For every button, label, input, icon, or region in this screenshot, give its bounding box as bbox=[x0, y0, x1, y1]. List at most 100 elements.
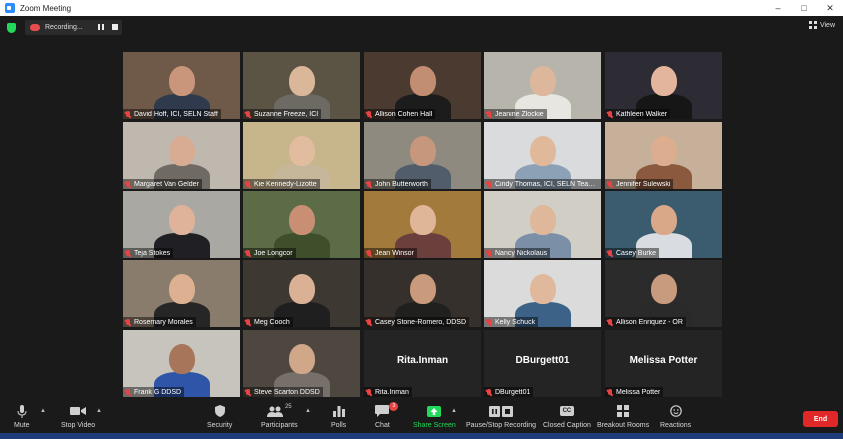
security-button[interactable]: Security bbox=[207, 404, 232, 429]
participant-name-bar: Joe Longcor bbox=[243, 248, 296, 258]
window-title: Zoom Meeting bbox=[20, 3, 72, 13]
participant-tile[interactable]: Casey Burke bbox=[605, 191, 722, 258]
share-options-chevron-icon[interactable]: ▲ bbox=[451, 408, 457, 414]
participant-name: Margaret Van Gelder bbox=[134, 180, 199, 188]
participant-tile[interactable]: Steve Scarton DDSD bbox=[243, 330, 360, 397]
participant-name-bar: Allison Enriquez - OR bbox=[605, 317, 686, 327]
participant-name: Kathleen Walker bbox=[616, 110, 668, 118]
stop-recording-icon[interactable] bbox=[112, 24, 118, 30]
polls-bar-chart-icon bbox=[332, 404, 345, 418]
participant-tile[interactable]: Melissa Potter Melissa Potter bbox=[605, 330, 722, 397]
pause-stop-recording-button[interactable]: Pause/Stop Recording bbox=[466, 404, 536, 429]
participant-tile[interactable]: Kelly Schuck bbox=[484, 260, 601, 327]
participant-tile[interactable]: Jeanine Zlockie bbox=[484, 52, 601, 119]
video-options-chevron-icon[interactable]: ▲ bbox=[96, 408, 102, 414]
muted-microphone-icon bbox=[366, 110, 372, 118]
participant-name-bar: Jeanine Zlockie bbox=[484, 109, 547, 119]
participant-name: Jeanine Zlockie bbox=[495, 110, 544, 118]
view-button[interactable]: View bbox=[808, 21, 835, 29]
participant-video-face bbox=[168, 205, 195, 235]
muted-microphone-icon bbox=[366, 318, 372, 326]
muted-microphone-icon bbox=[245, 110, 251, 118]
share-screen-arrow-icon bbox=[427, 404, 442, 418]
reactions-label: Reactions bbox=[660, 422, 692, 429]
participant-video-face bbox=[288, 205, 315, 235]
participant-tile[interactable]: Teja Stokes bbox=[123, 191, 240, 258]
taskbar-strip bbox=[0, 433, 843, 439]
participant-name-bar: Meg Cooch bbox=[243, 317, 293, 327]
participant-name-bar: Rosemary Morales bbox=[123, 317, 196, 327]
recording-label: Recording... bbox=[45, 24, 83, 31]
participant-name: DBurgett01 bbox=[495, 388, 531, 396]
closed-caption-button[interactable]: CC Closed Caption bbox=[543, 404, 591, 429]
participant-video-face bbox=[650, 66, 677, 96]
participant-video-face bbox=[168, 136, 195, 166]
muted-microphone-icon bbox=[607, 180, 613, 188]
participant-tile[interactable]: Jean Winsor bbox=[364, 191, 481, 258]
participant-video-face bbox=[650, 274, 677, 304]
participant-tile[interactable]: Kathleen Walker bbox=[605, 52, 722, 119]
muted-microphone-icon bbox=[486, 318, 492, 326]
gallery-view: David Hoff, ICI, SELN Staff Suzanne Freez… bbox=[123, 52, 723, 397]
participant-name-bar: Cindy Thomas, ICI, SELN Team (... bbox=[484, 179, 601, 189]
participant-name-bar: Casey Stone-Romero, DDSD bbox=[364, 317, 470, 327]
participant-tile[interactable]: Allison Cohen Hall bbox=[364, 52, 481, 119]
participant-tile[interactable]: Kie Kennedy-Lizotte bbox=[243, 122, 360, 189]
participant-name: Jennifer Sulewski bbox=[616, 180, 671, 188]
polls-button[interactable]: Polls bbox=[331, 404, 346, 429]
maximize-button[interactable]: □ bbox=[791, 0, 817, 16]
participant-video-face bbox=[650, 205, 677, 235]
participant-name-bar: Kelly Schuck bbox=[484, 317, 539, 327]
end-meeting-button[interactable]: End bbox=[803, 411, 838, 427]
participant-tile[interactable]: Meg Cooch bbox=[243, 260, 360, 327]
share-screen-label: Share Screen bbox=[413, 422, 456, 429]
stop-video-button[interactable]: Stop Video bbox=[61, 404, 95, 429]
audio-options-chevron-icon[interactable]: ▲ bbox=[40, 408, 46, 414]
chat-button[interactable]: 3 Chat bbox=[375, 402, 399, 429]
participant-tile[interactable]: Joe Longcor bbox=[243, 191, 360, 258]
participant-tile[interactable]: John Butterworth bbox=[364, 122, 481, 189]
participants-button[interactable]: 25 Participants bbox=[261, 404, 298, 429]
participant-name: Melissa Potter bbox=[616, 388, 661, 396]
pause-recording-icon[interactable] bbox=[98, 24, 104, 30]
participant-tile[interactable]: David Hoff, ICI, SELN Staff bbox=[123, 52, 240, 119]
breakout-rooms-button[interactable]: Breakout Rooms bbox=[597, 404, 649, 429]
participant-tile[interactable]: Rita.Inman Rita.Inman bbox=[364, 330, 481, 397]
close-button[interactable]: ✕ bbox=[817, 0, 843, 16]
muted-microphone-icon bbox=[366, 180, 372, 188]
participants-options-chevron-icon[interactable]: ▲ bbox=[305, 408, 311, 414]
share-screen-button[interactable]: Share Screen bbox=[413, 404, 456, 429]
participant-tile[interactable]: Suzanne Freeze, ICI bbox=[243, 52, 360, 119]
participant-tile[interactable]: Allison Enriquez - OR bbox=[605, 260, 722, 327]
participant-tile[interactable]: Nancy Nickolaus bbox=[484, 191, 601, 258]
pause-stop-recording-label: Pause/Stop Recording bbox=[466, 422, 537, 429]
participant-name-bar: Nancy Nickolaus bbox=[484, 248, 551, 258]
view-label: View bbox=[819, 21, 835, 29]
participant-tile[interactable]: Casey Stone-Romero, DDSD bbox=[364, 260, 481, 327]
participant-name: Rita.Inman bbox=[375, 388, 409, 396]
muted-microphone-icon bbox=[486, 180, 492, 188]
muted-microphone-icon bbox=[245, 249, 251, 257]
participant-tile[interactable]: Margaret Van Gelder bbox=[123, 122, 240, 189]
participant-name: Teja Stokes bbox=[134, 249, 171, 257]
mute-button[interactable]: Mute bbox=[14, 404, 30, 429]
participant-tile[interactable]: Jennifer Sulewski bbox=[605, 122, 722, 189]
participant-video-face bbox=[529, 205, 556, 235]
reactions-smiley-icon bbox=[669, 404, 682, 418]
breakout-rooms-label: Breakout Rooms bbox=[597, 422, 650, 429]
participant-video-face bbox=[168, 274, 195, 304]
participant-tile[interactable]: Frank G DDSD bbox=[123, 330, 240, 397]
participant-tile[interactable]: Cindy Thomas, ICI, SELN Team (... bbox=[484, 122, 601, 189]
mute-label: Mute bbox=[14, 422, 30, 429]
participant-display-name: DBurgett01 bbox=[515, 355, 570, 366]
encryption-shield-icon[interactable] bbox=[7, 23, 16, 33]
participant-name-bar: DBurgett01 bbox=[484, 387, 534, 397]
participant-name-bar: Jennifer Sulewski bbox=[605, 179, 674, 189]
closed-caption-icon: CC bbox=[559, 404, 574, 418]
participant-tile[interactable]: DBurgett01 DBurgett01 bbox=[484, 330, 601, 397]
participant-tile[interactable]: Rosemary Morales bbox=[123, 260, 240, 327]
minimize-button[interactable]: – bbox=[765, 0, 791, 16]
participant-name: Meg Cooch bbox=[254, 318, 290, 326]
reactions-button[interactable]: Reactions bbox=[660, 404, 691, 429]
muted-microphone-icon bbox=[245, 318, 251, 326]
